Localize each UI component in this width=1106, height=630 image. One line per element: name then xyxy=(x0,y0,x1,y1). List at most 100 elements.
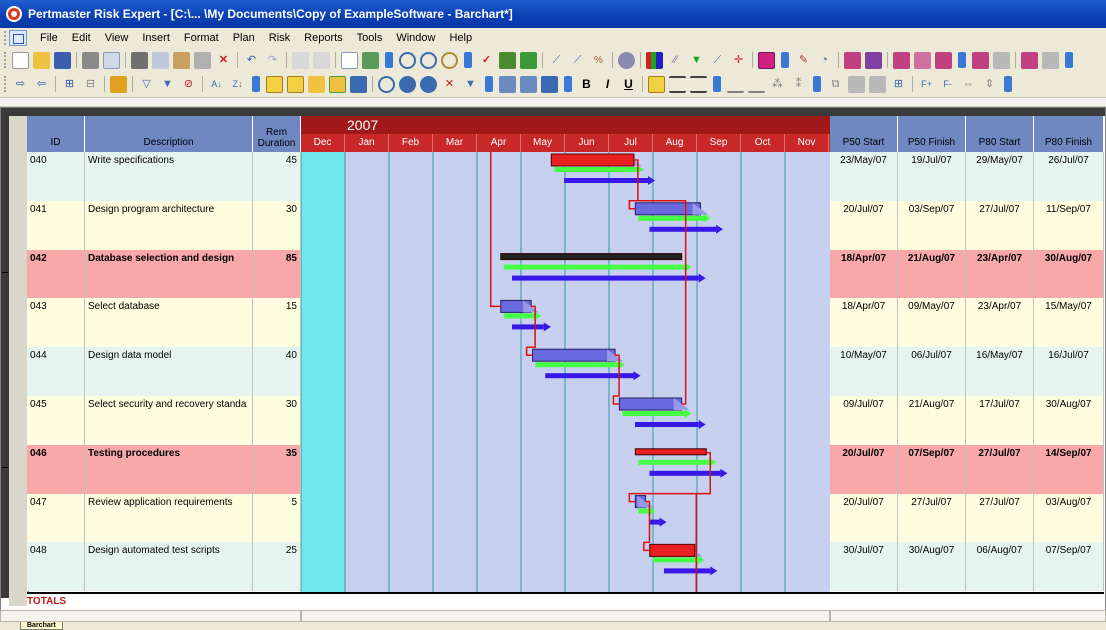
menu-format[interactable]: Format xyxy=(177,28,226,48)
cell-p80-start[interactable]: 27/Jul/07 xyxy=(966,200,1034,250)
toolbar-options-icon[interactable] xyxy=(464,52,472,68)
template-3-icon[interactable] xyxy=(935,51,952,69)
risk-register-icon[interactable] xyxy=(499,51,516,69)
redo-icon[interactable]: ↷ xyxy=(264,52,281,69)
risk-analysis-icon[interactable] xyxy=(520,51,537,69)
cell-p80-start[interactable]: 23/Apr/07 xyxy=(966,298,1034,348)
sort-icon[interactable]: A↓ xyxy=(208,76,225,93)
menu-reports[interactable]: Reports xyxy=(297,28,350,48)
baseline-icon[interactable]: ⁑ xyxy=(790,76,807,93)
resource-view-icon[interactable] xyxy=(350,75,367,93)
zoom-in-icon[interactable] xyxy=(399,51,416,69)
cell-p80-finish[interactable]: 07/Sep/07 xyxy=(1034,542,1104,592)
cell-p50-finish[interactable]: 09/May/07 xyxy=(898,298,966,348)
header-id[interactable]: ID xyxy=(27,116,85,152)
left-grid-scrollbar[interactable] xyxy=(0,610,301,622)
row-icon[interactable] xyxy=(520,75,537,93)
cell-description[interactable]: Testing procedures xyxy=(85,444,253,494)
cell-p50-finish[interactable]: 27/Jul/07 xyxy=(898,493,966,543)
cell-p80-finish[interactable]: 30/Aug/07 xyxy=(1034,396,1104,445)
toolbar-options-icon[interactable] xyxy=(564,76,572,92)
cell-description[interactable]: Select security and recovery standa xyxy=(85,396,253,445)
link-view-icon[interactable] xyxy=(287,75,304,93)
print-preview-icon[interactable] xyxy=(103,51,120,69)
goto-next-icon[interactable] xyxy=(420,75,437,93)
cell-p80-finish[interactable]: 15/May/07 xyxy=(1034,298,1104,348)
cumulative-icon[interactable]: ⁄⁄ xyxy=(667,52,684,69)
cell-p80-start[interactable]: 27/Jul/07 xyxy=(966,444,1034,494)
cell-p80-finish[interactable]: 26/Jul/07 xyxy=(1034,152,1104,201)
toolbar-options-icon[interactable] xyxy=(781,52,789,68)
edit-risk-icon[interactable]: ✎ xyxy=(795,52,812,69)
mitigation-icon[interactable] xyxy=(972,51,989,69)
cell-p50-start[interactable]: 20/Jul/07 xyxy=(830,200,898,250)
goto-prev-icon[interactable] xyxy=(399,75,416,93)
autofilter-icon[interactable]: ▼ xyxy=(159,76,176,93)
cell-rem-duration[interactable]: 25 xyxy=(253,542,301,592)
cell-p80-start[interactable]: 27/Jul/07 xyxy=(966,493,1034,543)
cell-rem-duration[interactable]: 30 xyxy=(253,396,301,445)
font-down-icon[interactable]: F- xyxy=(939,76,956,93)
cell-rem-duration[interactable]: 30 xyxy=(253,200,301,250)
menu-view[interactable]: View xyxy=(98,28,136,48)
link-icon[interactable] xyxy=(292,51,309,69)
outline-3-icon[interactable] xyxy=(869,75,886,93)
table-icon[interactable] xyxy=(194,51,211,69)
menu-help[interactable]: Help xyxy=(442,28,479,48)
cell-rem-duration[interactable]: 35 xyxy=(253,444,301,494)
header-p80-finish[interactable]: P80 Finish xyxy=(1034,116,1104,152)
cell-id[interactable]: 040 xyxy=(27,152,85,201)
clear-filter-icon[interactable]: ⊘ xyxy=(180,76,197,93)
toolbar-options-icon[interactable] xyxy=(958,52,966,68)
toolbar-options-icon[interactable] xyxy=(1004,76,1012,92)
progress-icon[interactable]: ⁂ xyxy=(769,76,786,93)
cell-description[interactable]: Database selection and design xyxy=(85,249,253,299)
mitigation-2-icon[interactable] xyxy=(993,51,1010,69)
zoom-fit-icon[interactable] xyxy=(441,51,458,69)
menu-window[interactable]: Window xyxy=(389,28,442,48)
italic-button[interactable]: I xyxy=(599,77,616,91)
cell-p50-start[interactable]: 09/Jul/07 xyxy=(830,396,898,445)
outline-icon[interactable]: ⧉ xyxy=(827,76,844,93)
cell-id[interactable]: 043 xyxy=(27,298,85,348)
filter-icon[interactable]: ▽ xyxy=(138,76,155,93)
notes-icon[interactable] xyxy=(341,51,358,69)
cell-p80-start[interactable]: 17/Jul/07 xyxy=(966,396,1034,445)
cell-p80-finish[interactable]: 16/Jul/07 xyxy=(1034,347,1104,396)
menu-risk[interactable]: Risk xyxy=(262,28,297,48)
paste-icon[interactable] xyxy=(173,51,190,69)
top-scroll-strip[interactable] xyxy=(0,97,1106,107)
font-up-icon[interactable]: F+ xyxy=(918,76,935,93)
cell-p50-finish[interactable]: 06/Jul/07 xyxy=(898,347,966,396)
cell-p80-finish[interactable]: 03/Aug/07 xyxy=(1034,493,1104,543)
cell-description[interactable]: Select database xyxy=(85,298,253,348)
cell-p80-finish[interactable]: 30/Aug/07 xyxy=(1034,249,1104,299)
edit-distribution-icon[interactable] xyxy=(844,51,861,69)
bold-button[interactable]: B xyxy=(578,77,595,91)
unlink-icon[interactable] xyxy=(313,51,330,69)
underline-button[interactable]: U xyxy=(620,77,637,91)
menu-insert[interactable]: Insert xyxy=(135,28,177,48)
toolbar-grip[interactable] xyxy=(4,52,7,68)
correlation-icon[interactable]: ⟋ xyxy=(569,52,586,69)
relationship-icon[interactable] xyxy=(308,75,325,93)
cell-rem-duration[interactable]: 40 xyxy=(253,347,301,396)
copy-icon[interactable] xyxy=(152,51,169,69)
risk-matrix-icon[interactable]: ◔ xyxy=(816,52,833,69)
align-left-icon[interactable] xyxy=(648,75,665,93)
export-icon[interactable] xyxy=(1042,51,1059,69)
cell-p50-start[interactable]: 18/Apr/07 xyxy=(830,249,898,299)
column-icon[interactable] xyxy=(499,75,516,93)
delete-icon[interactable]: ✕ xyxy=(215,52,232,69)
menu-tools[interactable]: Tools xyxy=(350,28,390,48)
gantt-chart-area[interactable] xyxy=(301,152,830,592)
outdent-icon[interactable]: ⇦ xyxy=(33,76,50,93)
align-right-icon[interactable] xyxy=(690,75,707,93)
zoom-out-icon[interactable] xyxy=(420,51,437,69)
document-window-icon[interactable] xyxy=(9,30,27,46)
cell-p50-finish[interactable]: 03/Sep/07 xyxy=(898,200,966,250)
collapse-icon[interactable] xyxy=(2,466,8,468)
header-rem-duration[interactable]: Rem Duration xyxy=(253,116,301,152)
outline-2-icon[interactable] xyxy=(848,75,865,93)
report-icon[interactable] xyxy=(758,51,775,69)
